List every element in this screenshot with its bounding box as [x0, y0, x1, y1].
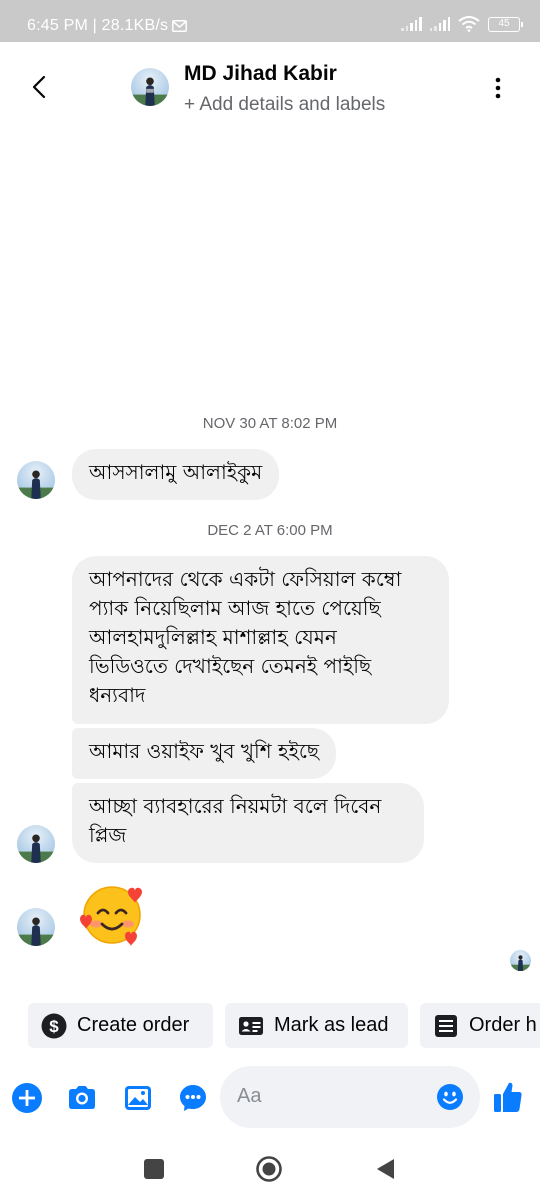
- message-input-placeholder: Aa: [237, 1085, 262, 1107]
- camera-icon[interactable]: [66, 1082, 98, 1114]
- order-history-button[interactable]: Order h: [420, 1003, 540, 1048]
- message-thread: NOV 30 AT 8:02 PM আসসালামু আলাইকুম DEC 2…: [0, 134, 540, 996]
- chip-label: Order h: [469, 1014, 537, 1036]
- status-time-speed: 6:45 PM | 28.1KB/s: [27, 17, 169, 34]
- person-photo-icon: [510, 955, 531, 971]
- svg-text:$: $: [49, 1017, 59, 1036]
- message-line: আপনাদের থেকে একটা ফেসিয়াল কম্বো: [89, 567, 402, 591]
- person-photo-icon: [17, 834, 55, 863]
- sender-avatar[interactable]: [17, 825, 55, 863]
- message-bubble[interactable]: আসসালামু আলাইকুম: [72, 449, 280, 500]
- message-line: প্যাক নিয়েছিলাম আজ হাতে পেয়েছি: [89, 596, 381, 620]
- chat-bubble-icon[interactable]: [177, 1082, 209, 1114]
- back-icon[interactable]: [373, 1156, 399, 1182]
- more-options-icon[interactable]: [486, 76, 510, 100]
- emoji-icon[interactable]: [436, 1083, 464, 1111]
- like-icon[interactable]: [492, 1080, 524, 1114]
- message-bubble[interactable]: আমার ওয়াইফ খুব খুশি হইছে: [72, 728, 337, 779]
- message-bubble[interactable]: আচ্ছা ব্যাবহারের নিয়মটা বলে দিবেন প্লিজ: [72, 783, 424, 863]
- mark-as-lead-button[interactable]: Mark as lead: [225, 1003, 408, 1048]
- message-line: আচ্ছা ব্যাবহারের নিয়মটা বলে দিবেন: [89, 794, 382, 818]
- message-timestamp: NOV 30 AT 8:02 PM: [202, 415, 338, 432]
- contact-name[interactable]: MD Jihad Kabir: [184, 62, 337, 86]
- message-text: আসসালামু আলাইকুম: [89, 460, 263, 484]
- message-input[interactable]: Aa: [220, 1066, 480, 1128]
- composer-bar: Aa: [0, 1064, 540, 1132]
- message-line: ধন্যবাদ: [89, 683, 146, 707]
- battery-icon: 45: [488, 16, 523, 32]
- message-timestamp: DEC 2 AT 6:00 PM: [207, 522, 333, 539]
- person-photo-icon: [17, 470, 55, 499]
- message-line: ভিডিওতে দেখাইছেন তেমনই পাইছি: [89, 654, 372, 678]
- contact-avatar[interactable]: [131, 68, 169, 106]
- create-order-button[interactable]: $ Create order: [28, 1003, 213, 1048]
- status-time: 6:45 PM | 28.1KB/s: [27, 17, 188, 35]
- chip-label: Create order: [77, 1014, 190, 1036]
- recents-icon[interactable]: [141, 1156, 167, 1182]
- signal-icon: [401, 17, 422, 31]
- sender-avatar[interactable]: [17, 908, 55, 946]
- dollar-icon: $: [41, 1013, 67, 1038]
- signal-icon: [429, 17, 450, 31]
- message-bubble[interactable]: আপনাদের থেকে একটা ফেসিয়াল কম্বো প্যাক ন…: [72, 556, 449, 724]
- back-arrow-icon[interactable]: [26, 72, 54, 102]
- person-photo-icon: [17, 917, 55, 946]
- person-photo-icon: [131, 77, 169, 106]
- message-text: আমার ওয়াইফ খুব খুশি হইছে: [89, 739, 320, 763]
- plus-icon[interactable]: [11, 1082, 43, 1114]
- wifi-icon: [458, 16, 480, 32]
- read-receipt-avatar: [510, 950, 531, 971]
- smiling-face-with-hearts-icon[interactable]: [78, 880, 146, 946]
- system-navigation-bar: [0, 1140, 540, 1200]
- chip-label: Mark as lead: [274, 1014, 389, 1036]
- gmail-icon: [172, 20, 188, 32]
- conversation-header: MD Jihad Kabir + Add details and labels: [0, 42, 540, 134]
- contact-card-icon: [239, 1016, 263, 1035]
- sender-avatar[interactable]: [17, 461, 55, 499]
- message-line: প্লিজ: [89, 823, 127, 847]
- add-details-link[interactable]: + Add details and labels: [184, 94, 385, 116]
- home-icon[interactable]: [256, 1156, 282, 1182]
- message-line: আলহামদুলিল্লাহ মাশাল্লাহ যেমন: [89, 625, 337, 649]
- status-icons: 45: [401, 16, 523, 32]
- gallery-icon[interactable]: [122, 1082, 154, 1114]
- order-list-icon: [435, 1014, 457, 1037]
- status-bar: 6:45 PM | 28.1KB/s 45: [0, 0, 540, 42]
